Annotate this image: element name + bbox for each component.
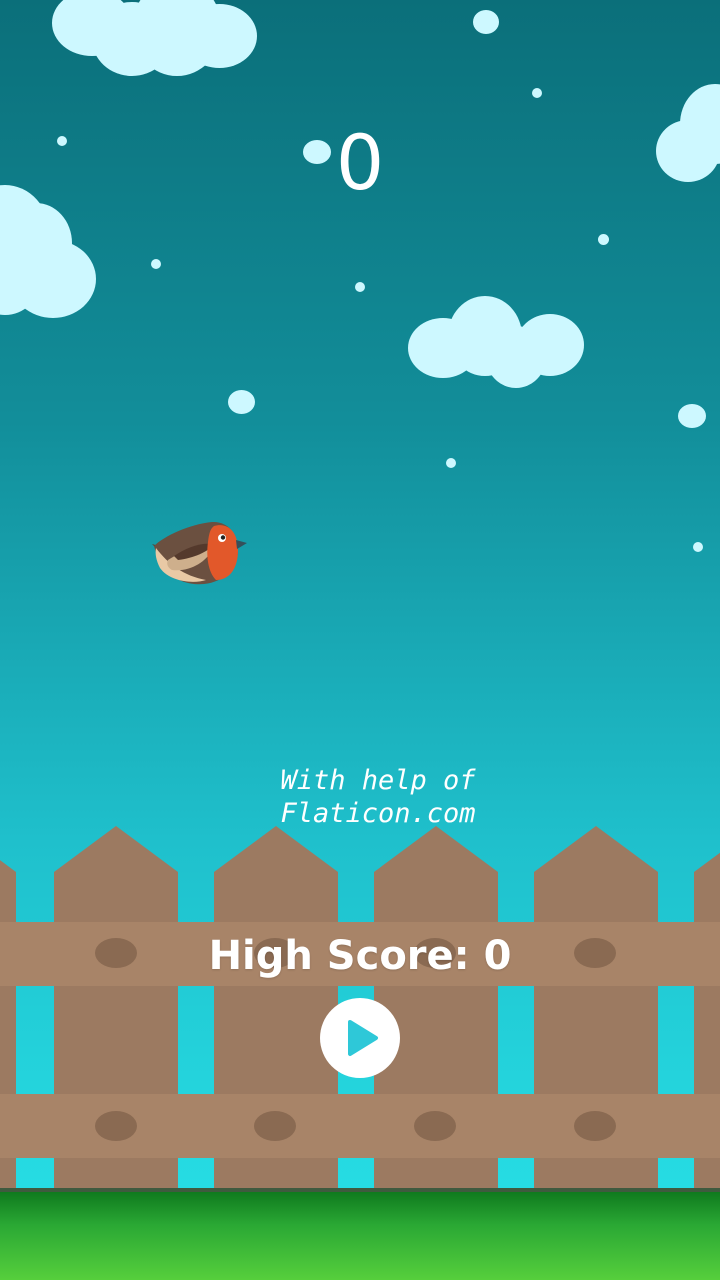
snow-dot bbox=[473, 10, 499, 34]
current-score: 0 bbox=[335, 118, 385, 207]
play-button[interactable] bbox=[320, 998, 400, 1078]
play-icon bbox=[348, 1020, 378, 1056]
high-score-label: High Score: 0 bbox=[208, 933, 512, 979]
snow-dot bbox=[228, 390, 255, 414]
credit-line-1: With help of bbox=[280, 765, 476, 796]
snow-dot bbox=[532, 88, 542, 98]
snow-dot bbox=[151, 259, 161, 269]
cloud bbox=[408, 296, 588, 391]
snow-dot bbox=[678, 404, 706, 428]
snow-dot bbox=[446, 458, 456, 468]
game-scene[interactable]: 0 With help of Flaticon.com High Score: … bbox=[0, 0, 720, 1280]
snow-dot bbox=[598, 234, 609, 245]
cloud bbox=[52, 0, 262, 82]
robin-bird-icon bbox=[152, 521, 247, 585]
grass-ground bbox=[0, 1188, 720, 1280]
snow-dot bbox=[693, 542, 703, 552]
snow-dot bbox=[355, 282, 365, 292]
